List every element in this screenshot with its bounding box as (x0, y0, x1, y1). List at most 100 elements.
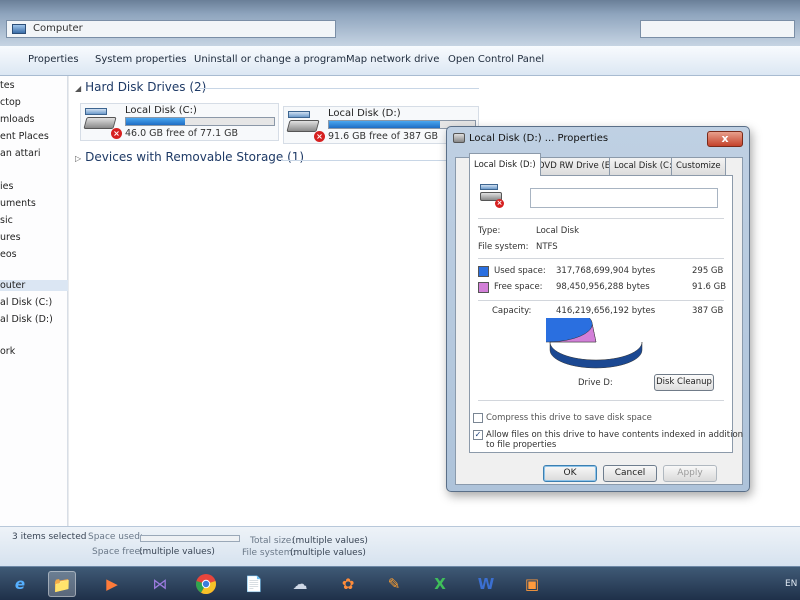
space-used-label: Space used: (88, 532, 143, 542)
nav-item-recent-places[interactable]: ent Places (0, 131, 49, 142)
paint-app-icon[interactable]: ☁ (286, 571, 314, 597)
removable-storage-group-header[interactable]: ▷ Devices with Removable Storage (1) (75, 150, 304, 164)
language-indicator[interactable]: EN (785, 579, 797, 589)
nav-item-computer[interactable]: outer (0, 280, 68, 291)
map-network-drive-button[interactable]: Map network drive (346, 54, 439, 65)
capacity-bytes: 416,219,656,192 bytes (556, 306, 656, 316)
drive-tile-c[interactable]: × Local Disk (C:) 46.0 GB free of 77.1 G… (80, 103, 279, 141)
collapse-triangle-icon: ◢ (75, 84, 82, 93)
used-space-gb: 295 GB (692, 266, 724, 276)
cancel-button[interactable]: Cancel (603, 465, 657, 482)
general-tab-panel: × Type: Local Disk File system: NTFS Use… (469, 175, 743, 453)
pdf-app-icon[interactable]: ▣ (518, 571, 546, 597)
removable-header-text: Devices with Removable Storage (1) (85, 150, 305, 164)
disk-cleanup-button[interactable]: Disk Cleanup (654, 374, 714, 391)
file-system-label: File system: (242, 548, 296, 558)
separator (478, 400, 724, 401)
file-system-value: NTFS (536, 242, 558, 252)
nav-item-pictures[interactable]: ures (0, 232, 21, 243)
tab-customize[interactable]: Customize (671, 157, 726, 175)
chrome-icon[interactable] (192, 571, 220, 597)
drive-title-icon (453, 133, 465, 143)
nav-item-local-disk-c[interactable]: al Disk (C:) (0, 297, 52, 308)
computer-icon (12, 24, 26, 34)
address-text: Computer (33, 23, 83, 34)
design-app-icon[interactable]: ✿ (334, 571, 362, 597)
visual-studio-icon[interactable]: ⋈ (146, 571, 174, 597)
capacity-label: Capacity: (492, 306, 532, 316)
drive-usage-fill (329, 121, 440, 128)
group-divider (281, 160, 451, 161)
apply-button[interactable]: Apply (663, 465, 717, 482)
drive-usage-fill (126, 118, 186, 125)
nav-item-local-disk-d[interactable]: al Disk (D:) (0, 314, 53, 325)
address-field[interactable]: Computer (6, 20, 336, 38)
nav-item-documents[interactable]: uments (0, 198, 36, 209)
hard-drives-header-text: Hard Disk Drives (2) (85, 80, 207, 94)
compress-drive-checkbox[interactable] (473, 413, 483, 423)
command-toolbar: Properties System properties Uninstall o… (0, 46, 800, 76)
nav-item-favorites[interactable]: tes (0, 80, 15, 91)
separator (478, 300, 724, 301)
drive-name: Local Disk (D:) (328, 108, 401, 119)
free-space-gb: 91.6 GB (692, 282, 727, 292)
file-system-label: File system: (478, 242, 529, 252)
search-input[interactable] (640, 20, 795, 38)
separator (478, 218, 724, 219)
free-space-bytes: 98,450,956,288 bytes (556, 282, 650, 292)
index-files-checkbox[interactable]: ✓ (473, 430, 483, 440)
word-icon[interactable]: W (472, 571, 500, 597)
document-app-icon[interactable]: 📄 (240, 571, 268, 597)
details-status-bar: 3 items selected Space used: Space free:… (0, 526, 800, 566)
dialog-title: Local Disk (D:) ... Properties (469, 133, 609, 144)
pie-side-band (549, 341, 643, 369)
open-control-panel-button[interactable]: Open Control Panel (448, 54, 544, 65)
type-value: Local Disk (536, 226, 579, 236)
used-space-label: Used space: (494, 266, 546, 276)
capacity-gb: 387 GB (692, 306, 724, 316)
nav-item-downloads[interactable]: mloads (0, 114, 35, 125)
total-size-value: (multiple values) (292, 536, 368, 546)
drive-label-input[interactable] (530, 188, 718, 208)
properties-dialog: Local Disk (D:) ... Properties x Local D… (446, 126, 750, 492)
nav-item-music[interactable]: sic (0, 215, 13, 226)
tab-local-disk-c[interactable]: Local Disk (C:) (609, 157, 681, 175)
nav-item-libraries[interactable]: ies (0, 181, 13, 192)
internet-explorer-icon[interactable]: e (6, 571, 34, 597)
taskbar: e 📁 ▶ ⋈ 📄 ☁ ✿ ✎ X W ▣ EN (0, 566, 800, 600)
drive-free-space: 91.6 GB free of 387 GB (328, 131, 439, 142)
separator (478, 258, 724, 259)
used-space-bytes: 317,768,699,904 bytes (556, 266, 656, 276)
type-label: Type: (478, 226, 501, 236)
nav-item-user[interactable]: an attari (0, 148, 41, 159)
group-divider (199, 88, 479, 89)
hard-drives-group-header[interactable]: ◢ Hard Disk Drives (2) (75, 80, 206, 94)
drawing-app-icon[interactable]: ✎ (380, 571, 408, 597)
drive-letter-label: Drive D: (578, 378, 613, 388)
nav-item-desktop[interactable]: ctop (0, 97, 21, 108)
properties-button[interactable]: Properties (28, 54, 79, 65)
space-used-bar (140, 535, 240, 542)
nav-item-videos[interactable]: eos (0, 249, 17, 260)
space-free-label: Space free: (92, 547, 144, 557)
selection-count: 3 items selected (12, 532, 87, 542)
error-icon: × (314, 131, 325, 142)
tab-local-disk-d[interactable]: Local Disk (D:) (469, 153, 541, 176)
windows-explorer-icon[interactable]: 📁 (48, 571, 76, 597)
system-properties-button[interactable]: System properties (95, 54, 187, 65)
close-button[interactable]: x (707, 131, 743, 147)
index-files-label-line2: to file properties (486, 440, 557, 450)
address-bar-area: Computer (0, 0, 800, 46)
drive-usage-bar (125, 117, 275, 126)
uninstall-program-button[interactable]: Uninstall or change a program (194, 54, 346, 65)
compress-drive-label: Compress this drive to save disk space (486, 413, 652, 423)
navigation-pane: tes ctop mloads ent Places an attari ies… (0, 76, 68, 526)
ok-button[interactable]: OK (543, 465, 597, 482)
drive-name: Local Disk (C:) (125, 105, 197, 116)
error-icon: × (111, 128, 122, 139)
excel-icon[interactable]: X (426, 571, 454, 597)
media-player-icon[interactable]: ▶ (98, 571, 126, 597)
nav-item-network[interactable]: ork (0, 346, 15, 357)
disk-usage-pie-chart (546, 318, 643, 369)
hard-drive-icon: × (480, 184, 506, 208)
